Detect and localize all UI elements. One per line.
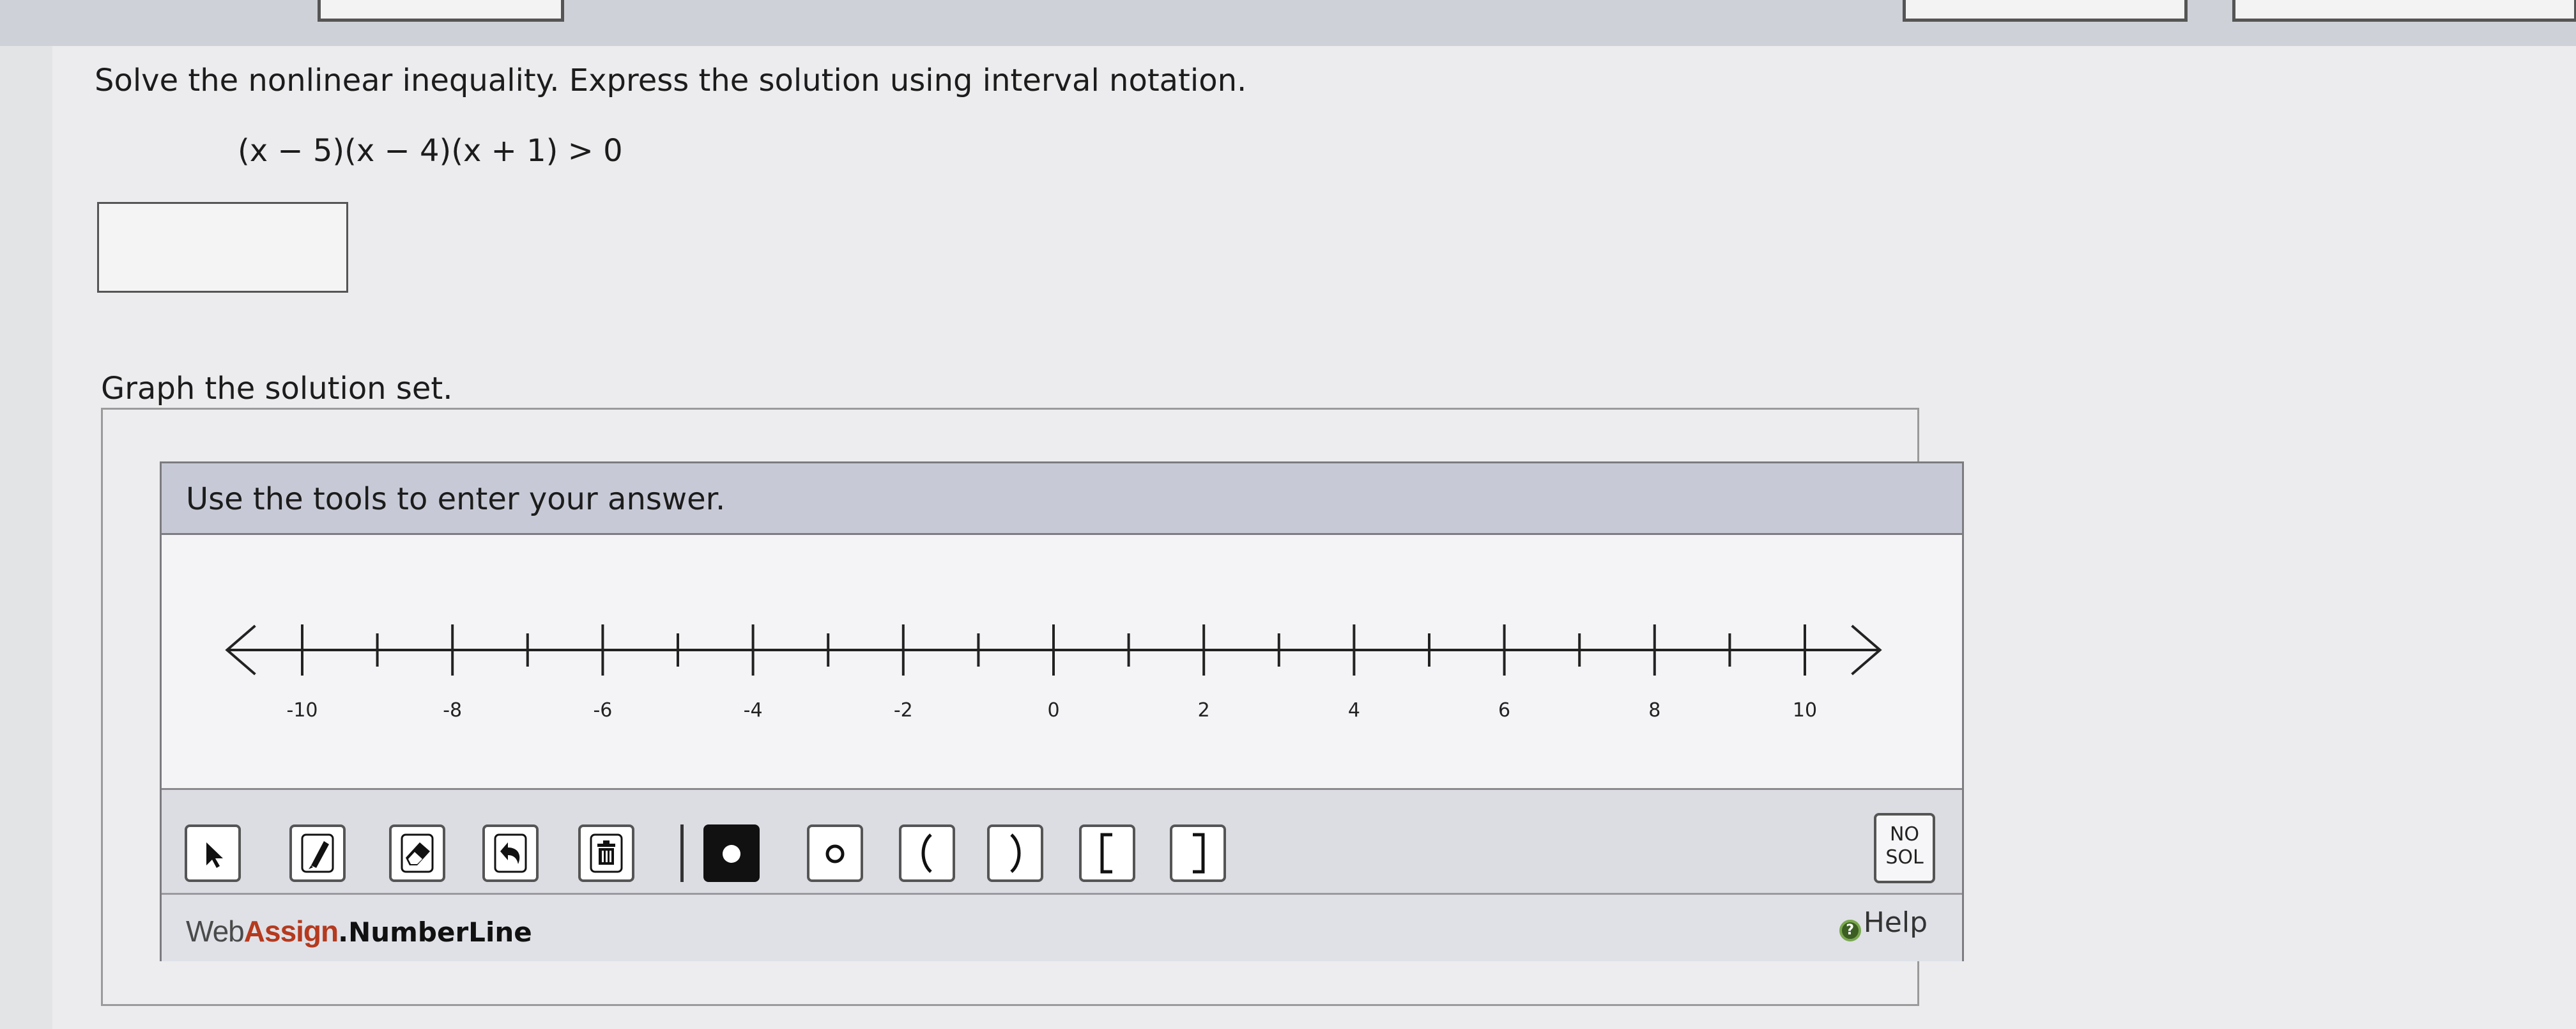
numberline-instructions: Use the tools to enter your answer. xyxy=(186,481,726,517)
draw-tool-button[interactable] xyxy=(289,824,346,882)
no-solution-label-line1: NO xyxy=(1889,823,1920,846)
help-label: Help xyxy=(1863,906,1928,939)
tick-label: -6 xyxy=(593,699,612,722)
tick-label: -2 xyxy=(894,699,913,722)
top-tab-button[interactable] xyxy=(2232,0,2576,22)
numberline-toolbar: NO SOL xyxy=(162,788,1962,893)
right-paren-tool-button[interactable] xyxy=(987,824,1043,882)
numberline-canvas[interactable]: -10 -8 -6 -4 -2 0 2 4 6 8 10 xyxy=(162,535,1962,787)
inequality-expression: (x − 5)(x − 4)(x + 1) > 0 xyxy=(238,133,623,169)
webassign-logo: WebAssign.NumberLine xyxy=(186,915,532,948)
right-bracket-tool-button[interactable] xyxy=(1170,824,1226,882)
left-bracket-tool-button[interactable] xyxy=(1079,824,1135,882)
undo-icon xyxy=(494,833,527,873)
eraser-icon xyxy=(401,833,434,873)
tick-label: 6 xyxy=(1498,699,1510,722)
interval-answer-input[interactable] xyxy=(97,202,348,293)
closed-dot-icon xyxy=(723,845,740,863)
tick-label: 8 xyxy=(1648,699,1660,722)
help-link[interactable]: ? Help xyxy=(1839,906,1928,941)
numberline-footer: WebAssign.NumberLine ? Help xyxy=(162,893,1962,961)
question-instruction: Solve the nonlinear inequality. Express … xyxy=(95,63,1247,98)
help-icon: ? xyxy=(1839,920,1861,941)
top-navigation-band xyxy=(0,0,2576,46)
toolbar-divider xyxy=(680,824,684,882)
tick-label: -4 xyxy=(744,699,763,722)
pointer-icon xyxy=(206,842,223,868)
no-solution-label-line2: SOL xyxy=(1885,846,1924,869)
closed-dot-tool-button[interactable] xyxy=(703,824,760,882)
pencil-icon xyxy=(301,833,334,873)
undo-tool-button[interactable] xyxy=(482,824,539,882)
top-tab-button[interactable] xyxy=(1903,0,2188,22)
eraser-tool-button[interactable] xyxy=(389,824,445,882)
top-tab-button[interactable] xyxy=(318,0,564,22)
tick-label: 10 xyxy=(1793,699,1817,722)
numberline-header: Use the tools to enter your answer. xyxy=(162,463,1962,535)
tick-label: -10 xyxy=(287,699,318,722)
trash-icon xyxy=(590,833,623,873)
right-parenthesis-icon xyxy=(1010,833,1021,873)
left-paren-tool-button[interactable] xyxy=(899,824,955,882)
numberline-widget: Use the tools to enter your answer. -10-… xyxy=(160,461,1964,961)
tick-label: 4 xyxy=(1348,699,1360,722)
tick-label: 0 xyxy=(1047,699,1059,722)
pointer-tool-button[interactable] xyxy=(185,824,241,882)
no-solution-button[interactable]: NO SOL xyxy=(1874,813,1935,883)
tick-label: 2 xyxy=(1198,699,1210,722)
graph-prompt: Graph the solution set. xyxy=(101,371,453,406)
left-parenthesis-icon xyxy=(921,833,932,873)
number-line[interactable]: -10 -8 -6 -4 -2 0 2 4 6 8 10 xyxy=(162,535,1962,787)
open-dot-icon xyxy=(825,844,845,863)
delete-tool-button[interactable] xyxy=(578,824,634,882)
tick-label: -8 xyxy=(443,699,462,722)
open-dot-tool-button[interactable] xyxy=(807,824,863,882)
left-bracket-icon xyxy=(1100,833,1112,874)
right-bracket-icon xyxy=(1193,833,1205,874)
